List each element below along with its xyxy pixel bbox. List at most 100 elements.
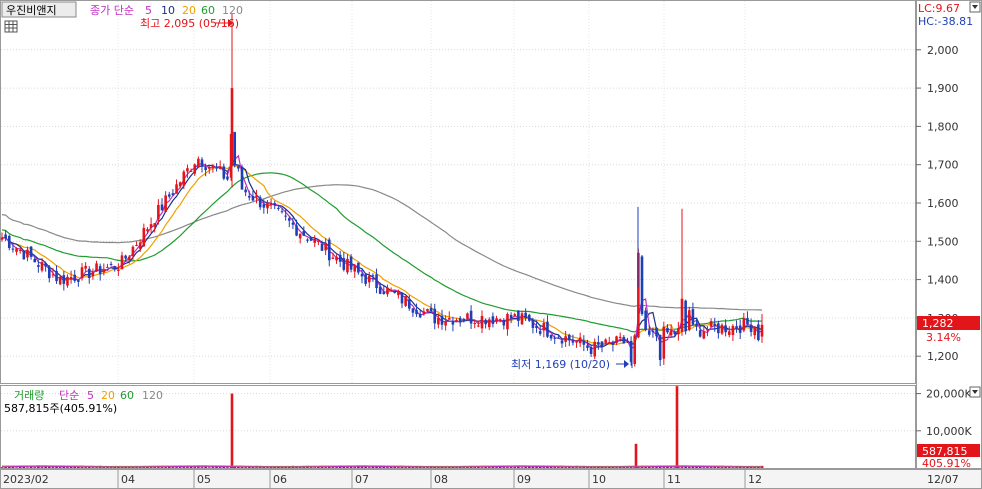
vma-period-60: 60 [120, 389, 134, 402]
candle-body [211, 165, 215, 168]
candle-body [560, 340, 564, 344]
candle-body [502, 319, 506, 326]
candle-body [26, 249, 29, 258]
hc-label: HC:-38.81 [918, 15, 973, 28]
date-label: 12 [748, 473, 762, 486]
candle-body [77, 280, 80, 282]
candle-body [549, 334, 553, 339]
volume-pane [0, 385, 916, 469]
candle-body [466, 313, 469, 319]
candle-body [757, 324, 760, 341]
volume-bar [517, 466, 520, 468]
candle-body [586, 345, 589, 348]
candle-body [15, 248, 18, 252]
volume-pane-toggle-button[interactable] [969, 386, 981, 398]
candle-body [393, 291, 397, 293]
candle-body [18, 250, 22, 252]
candle-body [607, 342, 611, 344]
lc-label: LC:9.67 [918, 2, 960, 15]
ma-period-120: 120 [222, 4, 243, 17]
candle-body [575, 341, 578, 343]
ma-period-10: 10 [161, 4, 175, 17]
candle-body [582, 340, 586, 345]
candle-body [673, 331, 677, 335]
candle-body [262, 204, 266, 208]
candle-body [113, 266, 117, 270]
candle-body [306, 239, 309, 241]
volume-bar [480, 467, 484, 468]
volume-bar [47, 466, 51, 468]
volume-bar [160, 467, 164, 468]
candle-body [633, 335, 637, 364]
date-label: 10 [592, 473, 606, 486]
price-tick-label: 1,400 [927, 274, 959, 287]
candle-body [455, 320, 458, 322]
candle-body [644, 310, 647, 331]
current-price: 1,282 [922, 317, 954, 330]
candle-body [102, 269, 106, 273]
candle-body [484, 319, 487, 325]
candle-body [47, 266, 51, 279]
volume-bar [506, 467, 509, 468]
candle-body [277, 207, 280, 209]
candle-body [389, 289, 393, 291]
volume-bar [673, 467, 677, 468]
candle-body [593, 341, 597, 357]
candle-body [335, 256, 338, 261]
candle-body [58, 276, 62, 285]
candle-body [407, 299, 411, 309]
candle-body [142, 227, 146, 247]
price-pane-toggle-button[interactable] [969, 1, 981, 13]
candle-body [291, 222, 295, 225]
ma-period-5: 5 [145, 4, 152, 17]
candle-body [524, 312, 527, 319]
candle-body [66, 276, 69, 286]
candle-body [127, 256, 131, 261]
candle-body [382, 291, 386, 294]
candle-body [51, 274, 55, 276]
candle-body [724, 325, 727, 333]
candle-body [106, 266, 109, 268]
candle-body [735, 326, 738, 329]
candle-body [717, 323, 720, 334]
candle-body [375, 274, 378, 289]
candle-body [615, 336, 618, 343]
candle-body [182, 171, 186, 186]
candle-body [280, 211, 284, 213]
date-label: 09 [517, 473, 531, 486]
candle-body [742, 318, 746, 331]
candle-body [506, 313, 509, 330]
candle-body [331, 257, 335, 259]
table-icon[interactable] [4, 20, 18, 33]
volume-bar [524, 466, 527, 468]
candle-body [749, 324, 753, 332]
volume-bar [200, 467, 204, 468]
volume-bar [7, 467, 11, 468]
candle-body [255, 195, 258, 197]
candle-body [604, 339, 607, 343]
candle-body [509, 315, 513, 319]
vma-period-20: 20 [101, 389, 115, 402]
high-candle-body [230, 88, 234, 165]
volume-tick-label: 10,000K [926, 425, 972, 438]
candle-body [44, 263, 47, 267]
volume-bar [498, 466, 502, 468]
volume-bar [91, 467, 95, 468]
volume-change: 405.91% [922, 457, 971, 470]
candle-body [458, 317, 462, 323]
candle-body [738, 325, 742, 333]
candle-body [487, 319, 491, 328]
candle-body [153, 223, 157, 227]
volume-bar [197, 466, 200, 468]
candle-body [513, 314, 517, 316]
candle-body [273, 203, 277, 205]
instrument-name: 우진비앤지 [6, 4, 57, 17]
candle-body [546, 321, 549, 337]
candle-body [175, 184, 178, 194]
candle-body [146, 229, 149, 232]
volume-bar [502, 467, 506, 468]
candle-body [437, 317, 440, 325]
volume-bar [33, 467, 37, 468]
chart-canvas[interactable]: 우진비앤지 종가 단순 5 10 20 60 120 최고 2,095 (05/… [0, 0, 982, 489]
ma-period-20: 20 [182, 4, 196, 17]
